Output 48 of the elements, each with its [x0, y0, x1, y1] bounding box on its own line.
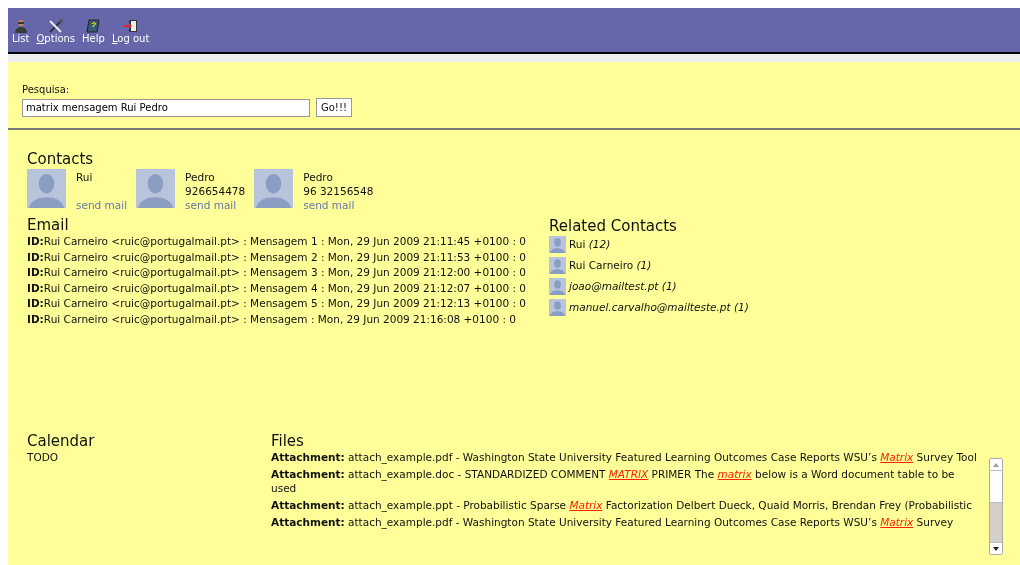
- scroll-down-arrow-icon[interactable]: [993, 546, 999, 551]
- section-heading: Email: [27, 217, 69, 233]
- file-result[interactable]: Attachment: attach_example.pdf - Washington State University Featured Learning Outcomes Case Reports WSU’s Matrix Survey: [271, 515, 981, 529]
- contact-phone: 926654478: [185, 184, 246, 198]
- section-heading: Calendar: [27, 433, 95, 449]
- avatar-icon: [549, 278, 566, 295]
- avatar-icon: [549, 257, 566, 274]
- send-mail-link[interactable]: send mail: [303, 198, 355, 212]
- avatar-icon: [27, 169, 66, 208]
- section-heading: Related Contacts: [549, 218, 677, 234]
- scroll-up-arrow-icon[interactable]: [993, 462, 999, 467]
- search-field[interactable]: matrix mensagem Rui Pedro: [22, 98, 310, 117]
- go-button[interactable]: Go!!!: [316, 98, 352, 117]
- toolbar-button[interactable]: Options: [36, 19, 76, 44]
- toolbar-button[interactable]: Help: [82, 19, 105, 44]
- related-contact-link[interactable]: Rui Carneiro (1): [569, 257, 652, 274]
- email-row[interactable]: ID:Rui Carneiro <ruic@portugalmail.pt> : Mensagem 2 : Mon, 29 Jun 2009 21:11:53 +0100 : 0: [27, 249, 526, 265]
- email-row[interactable]: ID:Rui Carneiro <ruic@portugalmail.pt> : Mensagem : Mon, 29 Jun 2009 21:16:08 +0100 : 0: [27, 311, 516, 327]
- contact-name: Pedro: [303, 170, 333, 184]
- section-heading: Contacts: [27, 151, 94, 167]
- email-row[interactable]: ID:Rui Carneiro <ruic@portugalmail.pt> : Mensagem 4 : Mon, 29 Jun 2009 21:12:07 +0100 : 0: [27, 280, 526, 296]
- send-mail-link[interactable]: send mail: [76, 198, 128, 212]
- related-contact-link[interactable]: manuel.carvalho@mailteste.pt (1): [569, 299, 749, 316]
- calendar-text: TODO: [27, 450, 59, 465]
- email-row[interactable]: ID:Rui Carneiro <ruic@portugalmail.pt> : Mensagem 3 : Mon, 29 Jun 2009 21:12:00 +0100 : 0: [27, 265, 526, 281]
- book-icon: [86, 19, 101, 33]
- file-result[interactable]: Attachment: attach_example.ppt - Probabilistic Sparse Matrix Factorization Delbert Dueck, Quaid Morris, Brendan Frey (Probabilistic: [271, 498, 981, 512]
- related-contact-link[interactable]: Rui (12): [569, 236, 611, 253]
- tools-icon: [47, 19, 64, 33]
- avatar-icon: [549, 299, 566, 316]
- avatar-icon: [254, 169, 294, 208]
- exit-door-icon: [123, 19, 138, 33]
- avatar-icon: [549, 236, 566, 253]
- related-contact-link[interactable]: joao@mailtest.pt (1): [569, 278, 677, 295]
- contact-name: Rui: [76, 170, 93, 184]
- person-icon: [13, 19, 28, 33]
- avatar-icon: [136, 169, 176, 208]
- email-row[interactable]: ID:Rui Carneiro <ruic@portugalmail.pt> : Mensagem 1 : Mon, 29 Jun 2009 21:11:45 +0100 : 0: [27, 234, 526, 250]
- toolbar-button[interactable]: List: [12, 19, 30, 44]
- send-mail-link[interactable]: send mail: [185, 198, 237, 212]
- scrollbar[interactable]: [989, 458, 1003, 555]
- contact-name: Pedro: [185, 170, 215, 184]
- contact-phone: 96 32156548: [303, 184, 374, 198]
- file-result[interactable]: Attachment: attach_example.pdf - Washington State University Featured Learning Outcomes Case Reports WSU’s Matrix Survey Tool: [271, 450, 981, 464]
- toolbar-button[interactable]: Log out: [111, 19, 150, 44]
- section-heading: Files: [271, 433, 304, 449]
- search-label: Pesquisa:: [22, 84, 70, 96]
- email-row[interactable]: ID:Rui Carneiro <ruic@portugalmail.pt> : Mensagem 5 : Mon, 29 Jun 2009 21:12:13 +0100 : 0: [27, 296, 526, 312]
